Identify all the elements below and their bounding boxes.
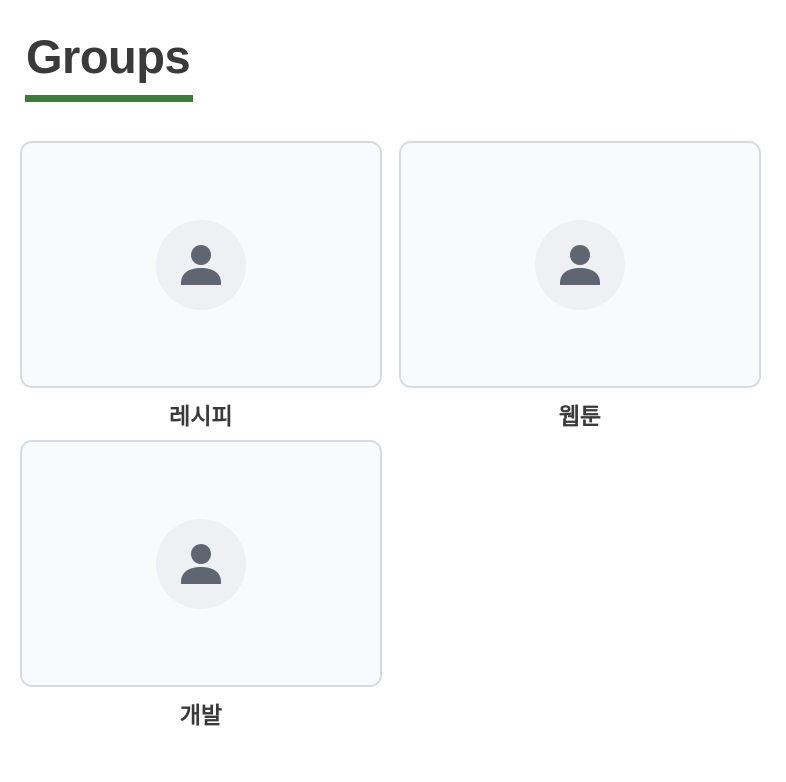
group-thumbnail[interactable] bbox=[20, 141, 382, 388]
group-thumbnail[interactable] bbox=[399, 141, 761, 388]
avatar bbox=[156, 219, 246, 310]
group-name[interactable]: 레시피 bbox=[169, 400, 232, 434]
group-card-recipe[interactable]: 레시피 bbox=[20, 141, 382, 434]
group-grid: 레시피 웹툰 개발 bbox=[20, 141, 761, 733]
avatar bbox=[535, 219, 625, 310]
title-underline bbox=[25, 95, 193, 102]
group-card-development[interactable]: 개발 bbox=[20, 440, 382, 733]
group-card-webtoon[interactable]: 웹툰 bbox=[399, 141, 761, 434]
group-thumbnail[interactable] bbox=[20, 440, 382, 687]
avatar bbox=[156, 518, 246, 609]
page-header: Groups bbox=[25, 28, 193, 102]
person-icon bbox=[181, 244, 221, 285]
page-title: Groups bbox=[26, 30, 191, 83]
person-icon bbox=[560, 244, 600, 285]
group-name[interactable]: 개발 bbox=[180, 699, 222, 733]
person-icon bbox=[181, 543, 221, 584]
group-name[interactable]: 웹툰 bbox=[559, 400, 601, 434]
